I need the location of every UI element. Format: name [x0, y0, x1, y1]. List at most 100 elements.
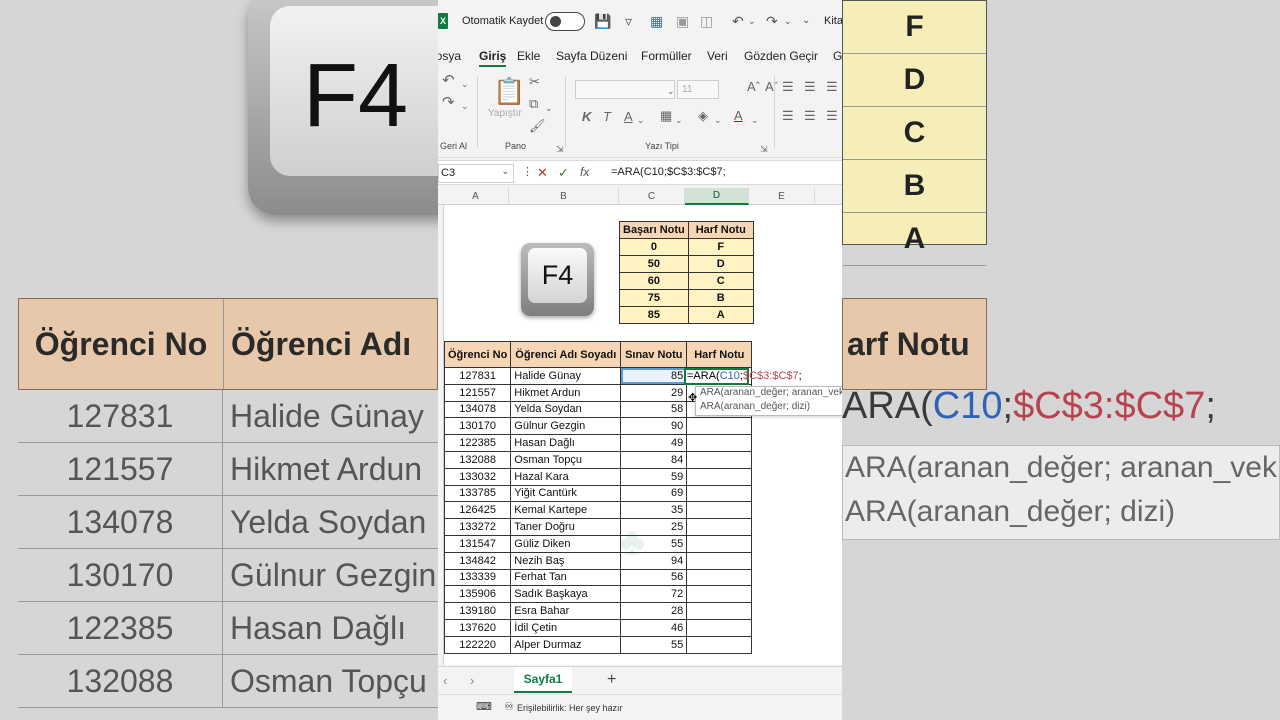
- redo-icon[interactable]: ↷: [766, 12, 778, 30]
- tab-sayfa-duzeni[interactable]: Sayfa Düzeni: [556, 49, 627, 63]
- sheet-tab-sayfa1[interactable]: Sayfa1: [514, 667, 572, 693]
- exam-score-cell[interactable]: 59: [620, 467, 688, 486]
- student-no-cell[interactable]: 139180: [443, 602, 512, 620]
- exam-score-cell[interactable]: 29: [620, 383, 688, 402]
- accessibility-status[interactable]: Erişilebilirlik: Her şey hazır: [517, 703, 623, 713]
- autosave-toggle[interactable]: [545, 12, 585, 31]
- student-no-cell[interactable]: 126425: [443, 501, 512, 520]
- student-name-cell[interactable]: Osman Topçu: [510, 450, 622, 469]
- save-icon[interactable]: 💾: [594, 12, 611, 30]
- grade-threshold-cell[interactable]: 50: [619, 255, 689, 273]
- font-launcher-icon[interactable]: ⇲: [760, 142, 768, 156]
- grade-letter-cell[interactable]: A: [687, 306, 754, 324]
- student-name-cell[interactable]: Sadık Başkaya: [510, 585, 622, 604]
- redo-dropdown-icon[interactable]: ⌄: [461, 99, 469, 113]
- header-sinav-notu[interactable]: Sınav Notu: [620, 341, 688, 368]
- exam-score-cell[interactable]: 69: [620, 484, 688, 503]
- formula-input[interactable]: =ARA(C10;$C$3:$C$7;: [611, 166, 726, 178]
- student-no-cell[interactable]: 127831: [443, 367, 512, 385]
- redo-dropdown-icon[interactable]: ⌄: [784, 12, 792, 30]
- letter-grade-cell[interactable]: [686, 484, 753, 503]
- exam-score-cell[interactable]: 72: [620, 585, 688, 604]
- align-middle-icon[interactable]: ☰: [804, 80, 816, 94]
- student-name-cell[interactable]: Taner Doğru: [510, 518, 622, 536]
- student-name-cell[interactable]: Yelda Soydan: [510, 400, 622, 419]
- student-name-cell[interactable]: Ferhat Tan: [510, 568, 622, 587]
- letter-grade-cell[interactable]: [686, 568, 753, 587]
- lock-icon[interactable]: ▣: [676, 12, 689, 30]
- undo-icon[interactable]: ↶: [442, 73, 455, 88]
- fill-color-icon[interactable]: ◈: [698, 109, 708, 123]
- letter-grade-cell[interactable]: [686, 551, 753, 570]
- exam-score-cell[interactable]: 49: [620, 434, 688, 452]
- student-no-cell[interactable]: 135906: [443, 585, 512, 604]
- student-no-cell[interactable]: 122385: [443, 434, 512, 452]
- header-harf-notu-2[interactable]: Harf Notu: [686, 341, 753, 368]
- undo-icon[interactable]: ↶: [732, 12, 744, 30]
- student-name-cell[interactable]: Kemal Kartepe: [510, 501, 622, 520]
- header-ogrenci-no[interactable]: Öğrenci No: [443, 341, 512, 368]
- header-ogrenci-adi[interactable]: Öğrenci Adı Soyadı: [510, 341, 622, 368]
- letter-grade-cell[interactable]: [686, 635, 753, 654]
- student-no-cell[interactable]: 133032: [443, 467, 512, 486]
- student-no-cell[interactable]: 122220: [443, 635, 512, 654]
- align-right-icon[interactable]: ☰: [826, 109, 838, 123]
- student-no-cell[interactable]: 131547: [443, 534, 512, 553]
- grade-threshold-cell[interactable]: 75: [619, 289, 689, 307]
- tab-veri[interactable]: Veri: [707, 49, 728, 63]
- student-no-cell[interactable]: 130170: [443, 417, 512, 436]
- exam-score-cell[interactable]: 56: [620, 568, 688, 587]
- format-painter-icon[interactable]: 🖌: [529, 119, 546, 133]
- student-name-cell[interactable]: Nezih Baş: [510, 551, 622, 570]
- underline-button[interactable]: A: [624, 110, 633, 124]
- grade-threshold-cell[interactable]: 0: [619, 238, 689, 256]
- borders-icon[interactable]: ▦: [660, 109, 672, 123]
- underline-dropdown-icon[interactable]: ⌄: [637, 113, 645, 127]
- customize-qat-icon[interactable]: ⌄: [802, 12, 810, 30]
- clipboard-launcher-icon[interactable]: ⇲: [556, 142, 564, 156]
- letter-grade-cell[interactable]: [686, 417, 753, 436]
- bold-button[interactable]: K: [582, 110, 591, 124]
- editing-cell-d10[interactable]: =ARA(C10;$C$3:$C$7;: [684, 368, 802, 385]
- student-no-cell[interactable]: 132088: [443, 450, 512, 469]
- copy-dropdown-icon[interactable]: ⌄: [545, 101, 553, 115]
- tab-gozden-gecir[interactable]: Gözden Geçir: [744, 49, 818, 63]
- exam-score-cell[interactable]: 55: [620, 635, 688, 654]
- insert-function-icon[interactable]: fx: [580, 165, 589, 179]
- grade-letter-cell[interactable]: B: [687, 289, 754, 307]
- student-name-cell[interactable]: Gülnur Gezgin: [510, 417, 622, 436]
- fill-dropdown-icon[interactable]: ⌄: [714, 113, 722, 127]
- paste-icon[interactable]: 📋: [493, 78, 525, 104]
- italic-button[interactable]: T: [603, 110, 611, 124]
- exam-score-cell[interactable]: 84: [620, 450, 688, 469]
- student-no-cell[interactable]: 121557: [443, 383, 512, 402]
- exam-score-cell[interactable]: 28: [620, 602, 688, 620]
- align-center-icon[interactable]: ☰: [804, 109, 816, 123]
- letter-grade-cell[interactable]: [686, 618, 753, 637]
- enter-icon[interactable]: ✓: [558, 165, 569, 181]
- more-options-icon[interactable]: ⋮: [522, 165, 533, 178]
- name-box-dropdown-icon[interactable]: ⌄: [501, 166, 509, 177]
- student-name-cell[interactable]: Alper Durmaz: [510, 635, 622, 654]
- undo-dropdown-icon[interactable]: ⌄: [748, 12, 756, 30]
- font-name-box[interactable]: [575, 80, 675, 99]
- student-name-cell[interactable]: Hikmet Ardun: [510, 383, 622, 402]
- increase-font-icon[interactable]: Aˆ: [747, 80, 760, 94]
- undo-dropdown-icon[interactable]: ⌄: [461, 77, 469, 91]
- format-icon[interactable]: ◫: [700, 12, 713, 30]
- accessibility-icon[interactable]: ♾: [504, 700, 514, 713]
- cut-icon[interactable]: ✂: [529, 75, 540, 89]
- student-name-cell[interactable]: İdil Çetin: [510, 618, 622, 637]
- worksheet[interactable]: F4 Başarı Notu Harf Notu 0 F 50 D 60 C 75 B 85 A …: [443, 205, 842, 665]
- letter-grade-cell[interactable]: [686, 585, 753, 604]
- exam-score-cell[interactable]: 35: [620, 501, 688, 520]
- exam-score-cell[interactable]: 85: [620, 367, 688, 385]
- letter-grade-cell[interactable]: [686, 602, 753, 620]
- student-no-cell[interactable]: 134078: [443, 400, 512, 419]
- column-header-b[interactable]: B: [509, 188, 619, 205]
- student-name-cell[interactable]: Güliz Diken: [510, 534, 622, 553]
- student-name-cell[interactable]: Halide Günay: [510, 367, 622, 385]
- tab-ekle[interactable]: Ekle: [517, 49, 540, 63]
- grid-view-icon[interactable]: ▦: [650, 12, 663, 30]
- grade-letter-cell[interactable]: F: [687, 238, 754, 256]
